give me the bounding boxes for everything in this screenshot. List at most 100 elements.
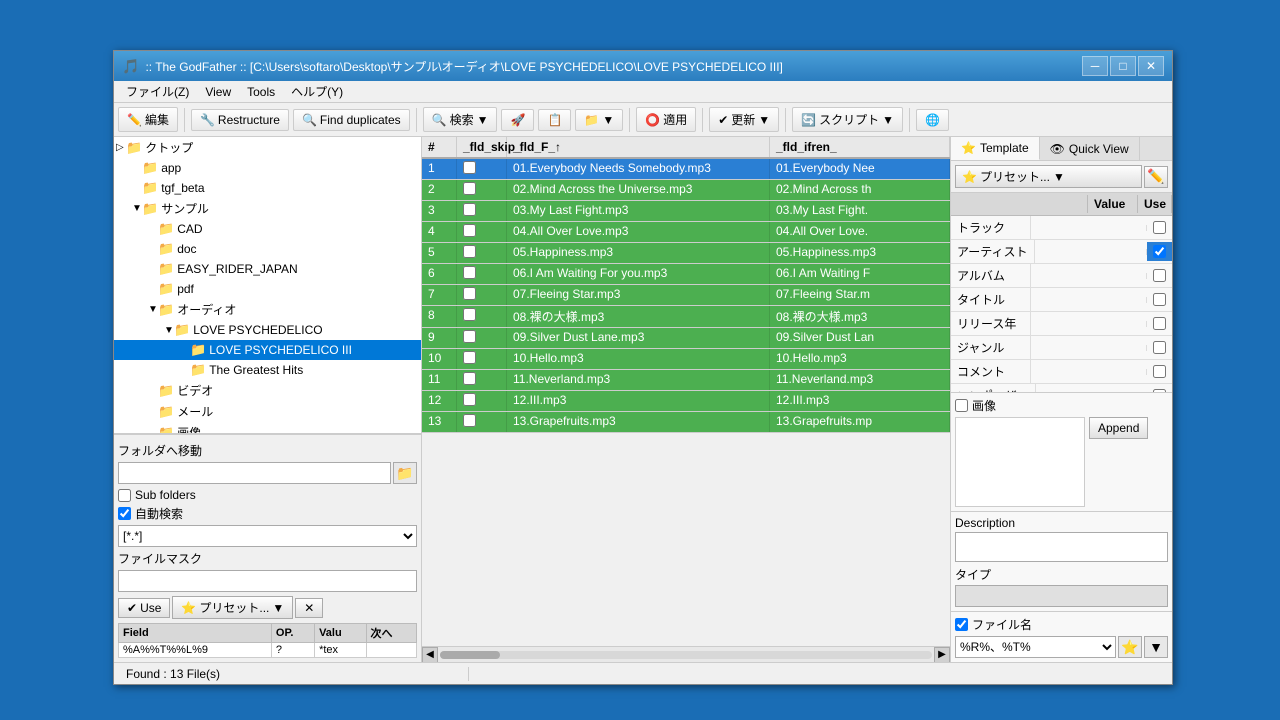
file-row[interactable]: 5 05.Happiness.mp3 05.Happiness.mp3 xyxy=(422,243,950,264)
tree-item-love-psychedelico[interactable]: ▼ 📁 LOVE PSYCHEDELICO xyxy=(114,320,421,340)
image-checkbox[interactable] xyxy=(955,399,968,412)
prop-use-6[interactable] xyxy=(1147,362,1172,381)
tree-item-pdf[interactable]: 📁 pdf xyxy=(114,279,421,299)
file-row[interactable]: 9 09.Silver Dust Lane.mp3 09.Silver Dust… xyxy=(422,328,950,349)
file-mask-input[interactable] xyxy=(118,570,417,592)
file-row[interactable]: 2 02.Mind Across the Universe.mp3 02.Min… xyxy=(422,180,950,201)
filename-arrow-button[interactable]: ▼ xyxy=(1144,636,1168,658)
cell-num: 13 xyxy=(422,412,457,432)
filename-checkbox[interactable] xyxy=(955,618,968,631)
edit-template-button[interactable]: ✏️ xyxy=(1144,166,1168,188)
file-row[interactable]: 12 12.III.mp3 12.III.mp3 xyxy=(422,391,950,412)
tree-item-doc[interactable]: 📁 doc xyxy=(114,239,421,259)
filter-order xyxy=(366,643,416,658)
clear-button[interactable]: ✕ xyxy=(295,598,323,618)
prop-use-4[interactable] xyxy=(1147,314,1172,333)
tree-item-app[interactable]: 📁 app xyxy=(114,158,421,178)
minimize-button[interactable]: ─ xyxy=(1082,56,1108,76)
menu-tools[interactable]: Tools xyxy=(239,83,283,101)
cell-skip xyxy=(457,159,507,179)
main-window: 🎵 :: The GodFather :: [C:\Users\softaro\… xyxy=(113,50,1173,685)
prop-use-1[interactable] xyxy=(1147,242,1172,261)
web-button[interactable]: 🌐 xyxy=(916,109,949,131)
prop-use-2[interactable] xyxy=(1147,266,1172,285)
sub-folders-checkbox[interactable] xyxy=(118,489,131,502)
scroll-track[interactable] xyxy=(440,651,932,659)
use-button[interactable]: ✔ Use xyxy=(118,598,170,618)
folder-browse-button[interactable]: 📁 xyxy=(393,462,417,484)
tree-item-root[interactable]: ▷ 📁 クトップ xyxy=(114,137,421,158)
toolbar-separator-1 xyxy=(184,108,185,132)
scroll-thumb[interactable] xyxy=(440,651,500,659)
file-row[interactable]: 4 04.All Over Love.mp3 04.All Over Love. xyxy=(422,222,950,243)
menu-help[interactable]: ヘルプ(Y) xyxy=(283,81,351,102)
cell-skip xyxy=(457,412,507,432)
copy-button[interactable]: 📋 xyxy=(538,109,571,131)
folder-tree[interactable]: ▷ 📁 クトップ 📁 app 📁 tgf_beta xyxy=(114,137,421,434)
h-scrollbar[interactable]: ◀ ▶ xyxy=(422,646,950,662)
scroll-right-button[interactable]: ▶ xyxy=(934,647,950,663)
props-table: Value Use トラック アーティスト アルバム タイトル リリース年 xyxy=(951,193,1172,392)
col-filename[interactable]: _fld_F_↑ xyxy=(507,137,770,157)
tree-item-easy-rider[interactable]: 📁 EASY_RIDER_JAPAN xyxy=(114,259,421,279)
menu-view[interactable]: View xyxy=(197,83,239,101)
edit-button[interactable]: ✏️ 編集 xyxy=(118,107,178,132)
tree-item-lp3[interactable]: 📁 LOVE PSYCHEDELICO III xyxy=(114,340,421,360)
preset-button-bottom[interactable]: ⭐ プリセット... ▼ xyxy=(172,596,293,619)
folder-input[interactable] xyxy=(118,462,391,484)
tab-quick-view[interactable]: 👁 Quick View xyxy=(1040,137,1140,160)
filename-select[interactable]: %R%、%T% xyxy=(955,636,1116,658)
prop-use-3[interactable] xyxy=(1147,290,1172,309)
script-icon: 🔄 xyxy=(801,113,816,127)
sub-folders-label[interactable]: Sub folders xyxy=(135,488,196,502)
tree-item-greatest-hits[interactable]: 📁 The Greatest Hits xyxy=(114,360,421,380)
file-row[interactable]: 11 11.Neverland.mp3 11.Neverland.mp3 xyxy=(422,370,950,391)
restructure-button[interactable]: 🔧 Restructure xyxy=(191,109,289,131)
apply-button[interactable]: ⭕ 適用 xyxy=(636,107,696,132)
auto-search-checkbox[interactable] xyxy=(118,507,131,520)
file-row[interactable]: 6 06.I Am Waiting For you.mp3 06.I Am Wa… xyxy=(422,264,950,285)
script-button[interactable]: 🔄 スクリプト ▼ xyxy=(792,107,903,132)
tree-item-audio[interactable]: ▼ 📁 オーディオ xyxy=(114,299,421,320)
folder-icon: 📁 xyxy=(126,140,142,156)
move-button[interactable]: 🚀 xyxy=(501,109,534,131)
close-button[interactable]: ✕ xyxy=(1138,56,1164,76)
description-input[interactable] xyxy=(955,532,1168,562)
file-row[interactable]: 7 07.Fleeing Star.mp3 07.Fleeing Star.m xyxy=(422,285,950,306)
tree-item-video[interactable]: 📁 ビデオ xyxy=(114,380,421,401)
auto-search-label[interactable]: 自動検索 xyxy=(135,505,183,522)
col-ifren[interactable]: _fld_ifren_ xyxy=(770,137,950,157)
file-row[interactable]: 1 01.Everybody Needs Somebody.mp3 01.Eve… xyxy=(422,159,950,180)
preset-dropdown-icon: ▼ xyxy=(272,601,284,615)
file-row[interactable]: 3 03.My Last Fight.mp3 03.My Last Fight. xyxy=(422,201,950,222)
menu-file[interactable]: ファイル(Z) xyxy=(118,81,197,102)
paste-button[interactable]: 📁 ▼ xyxy=(575,109,623,131)
tree-item-cad[interactable]: 📁 CAD xyxy=(114,219,421,239)
tab-template[interactable]: ⭐ Template xyxy=(951,137,1040,160)
tree-item-sample[interactable]: ▼ 📁 サンプル xyxy=(114,198,421,219)
prop-row: リリース年 xyxy=(951,312,1172,336)
scroll-left-button[interactable]: ◀ xyxy=(422,647,438,663)
col-skip[interactable]: _fld_skip_ xyxy=(457,137,507,157)
toolbar-separator-3 xyxy=(629,108,630,132)
file-row[interactable]: 13 13.Grapefruits.mp3 13.Grapefruits.mp xyxy=(422,412,950,433)
sub-folders-row: Sub folders xyxy=(118,488,417,502)
tree-item-tgf[interactable]: 📁 tgf_beta xyxy=(114,178,421,198)
update-button[interactable]: ✔ 更新 ▼ xyxy=(709,107,779,132)
prop-use-0[interactable] xyxy=(1147,218,1172,237)
filter-select[interactable]: [*.*] xyxy=(118,525,417,547)
file-row[interactable]: 10 10.Hello.mp3 10.Hello.mp3 xyxy=(422,349,950,370)
search-button[interactable]: 🔍 検索 ▼ xyxy=(423,107,498,132)
filename-star-button[interactable]: ⭐ xyxy=(1118,636,1142,658)
prop-use-5[interactable] xyxy=(1147,338,1172,357)
col-num[interactable]: # xyxy=(422,137,457,157)
preset-button[interactable]: ⭐ プリセット... ▼ xyxy=(955,165,1142,188)
tree-item-images[interactable]: 📁 画像 xyxy=(114,422,421,434)
file-row[interactable]: 8 08.裸の大様.mp3 08.裸の大様.mp3 xyxy=(422,306,950,328)
tree-item-mail[interactable]: 📁 メール xyxy=(114,401,421,422)
find-duplicates-button[interactable]: 🔍 Find duplicates xyxy=(293,109,410,131)
script-dropdown-icon: ▼ xyxy=(882,113,894,127)
append-button[interactable]: Append xyxy=(1089,417,1148,439)
file-table-body[interactable]: 1 01.Everybody Needs Somebody.mp3 01.Eve… xyxy=(422,159,950,646)
maximize-button[interactable]: □ xyxy=(1110,56,1136,76)
